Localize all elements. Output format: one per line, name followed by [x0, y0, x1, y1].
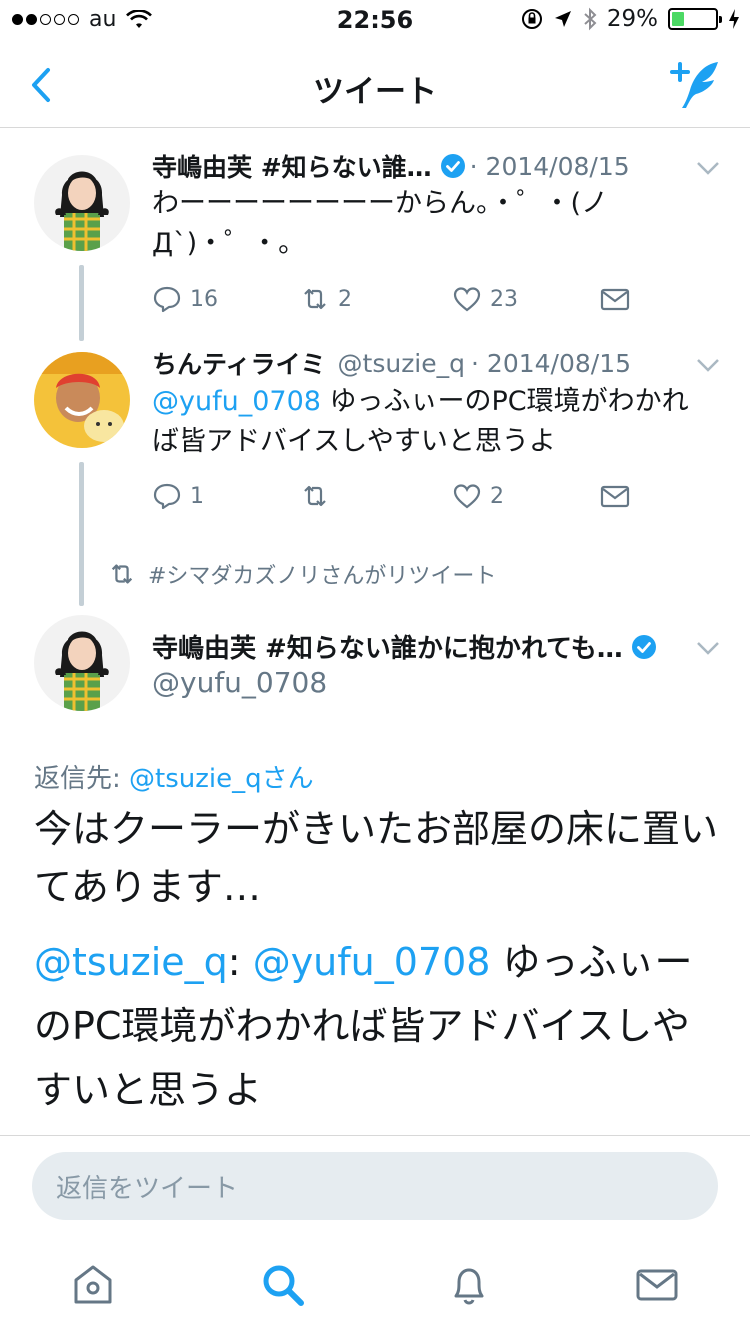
verified-badge-icon [440, 154, 465, 178]
retweet-notice: #シマダカズノリさんがリツイート [108, 558, 496, 590]
reply-to-label: 返信先: @tsuzie_qさん [34, 758, 314, 795]
like-action[interactable]: 2 [452, 481, 504, 511]
compose-tweet-icon[interactable] [670, 56, 722, 112]
mention-link[interactable]: @yufu_0708 [152, 386, 321, 417]
direct-message-action[interactable] [600, 284, 630, 314]
mention-link[interactable]: @yufu_0708 [253, 940, 491, 984]
search-icon[interactable] [260, 1262, 306, 1308]
tweet-actions: 1 2 [152, 481, 642, 515]
avatar[interactable] [34, 155, 130, 251]
tweet-author-name[interactable]: 寺嶋由芙 #知らない誰… [152, 148, 432, 184]
reply-count: 1 [190, 483, 204, 509]
retweet-count: 2 [338, 286, 352, 312]
notifications-icon[interactable] [446, 1262, 492, 1308]
tab-bar [0, 1240, 750, 1334]
tweet-text: わーーーーーーーーからん。・゜・(ノД`)・゜・。 [152, 188, 609, 259]
reply-action[interactable]: 16 [152, 284, 218, 314]
focus-tweet-quote: @tsuzie_q: @yufu_0708 ゆっふぃーのPC環境がわかれば皆アド… [34, 930, 724, 1122]
reply-placeholder: 返信をツイート [56, 1173, 239, 1204]
retweet-action[interactable]: 2 [300, 284, 352, 314]
envelope-icon [600, 485, 630, 508]
chevron-down-icon[interactable] [696, 640, 720, 656]
avatar[interactable] [34, 615, 130, 711]
reply-count: 16 [190, 286, 218, 312]
envelope-icon [600, 288, 630, 311]
thread-line [79, 462, 84, 606]
tweet-header: 寺嶋由芙 #知らない誰… · 2014/08/15 [152, 148, 720, 184]
quoted-handle-link[interactable]: @tsuzie_q [34, 940, 228, 984]
quote-colon: : [227, 940, 253, 984]
tweet-author-handle[interactable]: @yufu_0708 [152, 666, 327, 699]
thread-line [79, 265, 84, 341]
focus-tweet-header: 寺嶋由芙 #知らない誰かに抱かれても… [152, 628, 700, 665]
like-action[interactable]: 23 [452, 284, 518, 314]
chevron-down-icon[interactable] [696, 357, 720, 373]
battery-icon [668, 8, 722, 30]
tweet-date: · 2014/08/15 [471, 348, 632, 378]
tweet-header: ちんティライミ @tsuzie_q · 2014/08/15 [152, 345, 720, 381]
bluetooth-icon [584, 7, 597, 31]
like-count: 23 [490, 286, 518, 312]
direct-message-action[interactable] [600, 481, 630, 511]
reply-input[interactable]: 返信をツイート [32, 1152, 718, 1220]
focus-tweet-text: 今はクーラーがきいたお部屋の床に置いてあります… [34, 807, 719, 909]
reply-action[interactable]: 1 [152, 481, 204, 511]
page-title: ツイート [313, 74, 437, 110]
retweet-notice-text[interactable]: #シマダカズノリさんがリツイート [148, 558, 496, 590]
reply-icon [153, 483, 181, 510]
tweet-author-name[interactable]: 寺嶋由芙 #知らない誰かに抱かれても… [152, 628, 623, 665]
retweet-icon [304, 288, 326, 310]
charging-icon [729, 9, 739, 29]
navigation-bar: ツイート [0, 40, 750, 128]
retweet-icon [304, 485, 326, 507]
heart-icon [453, 287, 481, 312]
heart-icon [453, 484, 481, 509]
tweet-date: · 2014/08/15 [469, 151, 630, 181]
tweet-text: @yufu_0708 ゆっふぃーのPC環境がわかれば皆アドバイスしやすいと思うよ [152, 382, 710, 462]
reply-icon [153, 286, 181, 313]
tweet-author-handle[interactable]: @tsuzie_q [338, 349, 466, 378]
status-right: 29% [521, 6, 740, 32]
avatar[interactable] [34, 352, 130, 448]
home-icon[interactable] [70, 1262, 116, 1308]
location-icon [554, 11, 571, 27]
orientation-lock-icon [521, 9, 542, 29]
battery-percent: 29% [606, 6, 658, 32]
tweet-actions: 16 2 23 [152, 284, 642, 318]
messages-icon[interactable] [634, 1262, 680, 1308]
reply-to-link[interactable]: @tsuzie_qさん [129, 764, 314, 794]
chevron-down-icon[interactable] [696, 160, 720, 176]
like-count: 2 [490, 483, 504, 509]
reply-to-prefix: 返信先: [34, 764, 130, 794]
divider [0, 1135, 750, 1136]
verified-badge-icon [631, 634, 656, 659]
retweet-icon [111, 564, 133, 584]
status-bar: au 22:56 29% [0, 0, 750, 40]
retweet-action[interactable] [300, 481, 338, 511]
tweet-author-name[interactable]: ちんティライミ [152, 345, 326, 381]
